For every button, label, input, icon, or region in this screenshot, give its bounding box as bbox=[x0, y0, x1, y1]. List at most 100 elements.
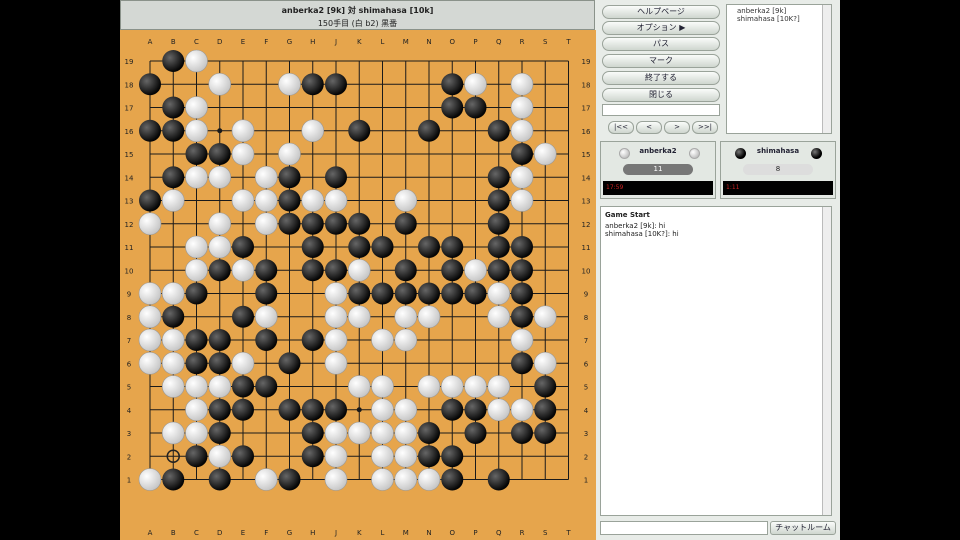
white-stone bbox=[185, 375, 208, 398]
player-list-item[interactable]: anberka2 [9k] bbox=[737, 7, 821, 15]
black-stone bbox=[185, 282, 208, 305]
chat-log[interactable]: Game Start anberka2 [9k]: hi shimahasa [… bbox=[600, 206, 832, 516]
white-stone bbox=[208, 72, 232, 96]
chat-room-button[interactable]: チャットルーム bbox=[770, 521, 836, 535]
players-list[interactable]: anberka2 [9k] shimahasa [10K?] bbox=[726, 4, 832, 134]
black-stone bbox=[232, 398, 254, 421]
finish-button[interactable]: 終了する bbox=[602, 71, 720, 85]
pass-button[interactable]: パス bbox=[602, 37, 720, 51]
star-point bbox=[217, 128, 223, 134]
black-stone bbox=[464, 96, 487, 119]
black-stone bbox=[441, 282, 464, 305]
white-stone bbox=[208, 235, 232, 259]
white-stone bbox=[231, 351, 255, 375]
white-stone bbox=[394, 305, 418, 329]
white-stone bbox=[161, 328, 185, 352]
black-stone bbox=[301, 73, 324, 96]
prev-move-button[interactable]: < bbox=[636, 121, 662, 134]
row-label: 12 bbox=[582, 221, 591, 229]
last-move-button[interactable]: >>| bbox=[692, 121, 718, 134]
go-board[interactable]: A A B B C C D D E E F F G G H H J J K K L L M M N N O O P P Q Q R R S S T T 19… bbox=[120, 30, 596, 540]
chat-scrollbar[interactable] bbox=[822, 207, 831, 515]
black-stone bbox=[511, 236, 533, 258]
black-stone bbox=[278, 189, 301, 212]
black-stone bbox=[301, 259, 324, 282]
options-button[interactable]: オプション ▶ bbox=[602, 21, 720, 35]
black-stone bbox=[394, 212, 417, 235]
white-stone bbox=[208, 212, 232, 236]
black-captures: 8 bbox=[743, 164, 813, 175]
row-label: 10 bbox=[125, 267, 134, 275]
white-stone bbox=[185, 258, 208, 282]
white-stone bbox=[254, 305, 278, 329]
row-label: 10 bbox=[582, 267, 591, 275]
column-label: R bbox=[520, 38, 525, 46]
row-label: 2 bbox=[584, 453, 588, 461]
white-stone bbox=[231, 258, 255, 282]
chat-line: anberka2 [9k]: hi bbox=[605, 222, 666, 230]
text-input[interactable] bbox=[602, 104, 720, 116]
column-label: E bbox=[241, 529, 245, 537]
white-stone bbox=[510, 165, 534, 189]
black-stone bbox=[162, 119, 185, 142]
row-label: 9 bbox=[127, 291, 131, 299]
column-label: T bbox=[565, 529, 571, 537]
help-button[interactable]: ヘルプページ bbox=[602, 5, 720, 19]
row-label: 6 bbox=[127, 360, 132, 368]
white-clock: 17:59 bbox=[603, 181, 713, 195]
players-scrollbar[interactable] bbox=[822, 5, 831, 133]
chat-input[interactable] bbox=[600, 521, 768, 535]
black-stone bbox=[208, 352, 231, 375]
white-stone bbox=[347, 421, 371, 445]
player-list-item[interactable]: shimahasa [10K?] bbox=[737, 15, 821, 23]
white-stone bbox=[208, 444, 232, 468]
black-stone bbox=[232, 445, 254, 468]
white-stone bbox=[394, 421, 418, 445]
white-stone bbox=[138, 468, 162, 491]
white-stone bbox=[278, 72, 301, 96]
black-stone bbox=[162, 468, 185, 491]
row-label: 13 bbox=[125, 198, 134, 206]
white-stone bbox=[324, 189, 348, 212]
white-captures-count: 11 bbox=[653, 165, 663, 173]
black-stone bbox=[139, 189, 161, 212]
row-label: 19 bbox=[582, 58, 591, 66]
black-stone bbox=[441, 468, 464, 491]
black-stone bbox=[418, 445, 440, 468]
white-stone bbox=[161, 351, 185, 375]
black-stone bbox=[255, 375, 278, 398]
column-label: A bbox=[148, 529, 153, 537]
row-label: 4 bbox=[584, 407, 589, 415]
next-move-button[interactable]: > bbox=[664, 121, 690, 134]
mark-button[interactable]: マーク bbox=[602, 54, 720, 68]
black-stone bbox=[511, 422, 533, 444]
column-label: N bbox=[426, 529, 431, 537]
black-stone bbox=[278, 398, 301, 421]
white-stone bbox=[208, 165, 232, 189]
white-stone bbox=[347, 258, 371, 282]
white-stone bbox=[138, 351, 162, 375]
black-stone bbox=[441, 259, 464, 282]
column-label: H bbox=[310, 529, 315, 537]
black-stone bbox=[534, 375, 557, 398]
black-stone bbox=[185, 329, 208, 351]
close-button[interactable]: 閉じる bbox=[602, 88, 720, 102]
chat-header: Game Start bbox=[605, 211, 650, 219]
white-stone bbox=[394, 444, 418, 468]
white-stone bbox=[254, 165, 278, 189]
white-stone bbox=[487, 282, 511, 305]
row-label: 12 bbox=[125, 221, 134, 229]
row-label: 7 bbox=[127, 337, 131, 345]
black-stone bbox=[325, 259, 347, 282]
white-stone bbox=[510, 119, 534, 143]
black-stone bbox=[534, 422, 557, 444]
white-captures: 11 bbox=[623, 164, 693, 175]
black-stone bbox=[441, 398, 464, 421]
black-stone bbox=[255, 329, 278, 351]
white-stone bbox=[487, 375, 511, 398]
black-stone bbox=[185, 445, 208, 468]
first-move-button[interactable]: |<< bbox=[608, 121, 634, 134]
black-stone bbox=[325, 398, 347, 421]
go-board-grid[interactable]: AABBCCDDEEFFGGHHJJKKLLMMNNOOPPQQRRSSTT19… bbox=[120, 30, 596, 540]
row-label: 15 bbox=[582, 151, 591, 159]
